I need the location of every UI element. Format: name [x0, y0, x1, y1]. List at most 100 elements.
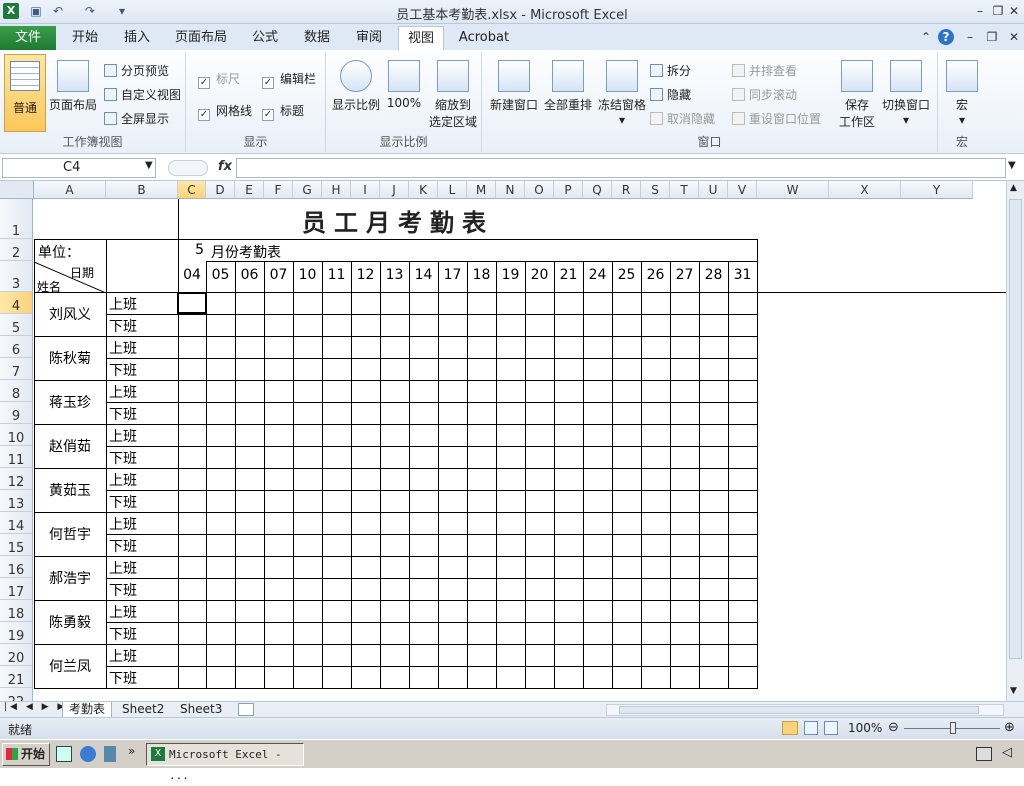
formula-bar-checkbox[interactable]: ✓ 编辑栏 — [262, 70, 316, 89]
column-header[interactable]: U — [699, 181, 728, 199]
date-cell[interactable]: 10 — [293, 267, 322, 283]
custom-views-button[interactable]: 自定义视图 — [104, 86, 181, 103]
tab-view[interactable]: 视图 — [398, 26, 444, 50]
shift-on-label[interactable]: 上班 — [109, 294, 137, 314]
date-cell[interactable]: 11 — [322, 267, 351, 283]
column-header[interactable]: P — [554, 181, 583, 199]
sheet-tab-sheet3[interactable]: Sheet3 — [174, 702, 228, 718]
split-button[interactable]: 拆分 — [650, 62, 691, 79]
doc-restore-icon[interactable]: ❐ — [984, 29, 1000, 45]
shift-off-label[interactable]: 下班 — [109, 448, 137, 468]
view-side-by-side-button[interactable]: 并排查看 — [732, 62, 797, 79]
employee-name[interactable]: 黄茹玉 — [34, 480, 106, 500]
date-cell[interactable]: 26 — [641, 267, 670, 283]
row-header[interactable]: 4 — [0, 292, 33, 314]
column-header[interactable]: Y — [901, 181, 973, 199]
hide-button[interactable]: 隐藏 — [650, 86, 691, 103]
zoom-100-button[interactable]: 100% — [384, 60, 424, 110]
shift-off-label[interactable]: 下班 — [109, 492, 137, 512]
worksheet-grid[interactable]: ABCDEFGHIJKLMNOPQRSTUVWXY 1 2 3 4 5 6 7 8 9 10 11 1… — [0, 181, 1024, 701]
column-header[interactable]: T — [670, 181, 699, 199]
shift-off-label[interactable]: 下班 — [109, 404, 137, 424]
row-header[interactable]: 20 — [0, 644, 33, 666]
month-label[interactable]: 月份考勤表 — [211, 242, 281, 262]
column-header[interactable]: H — [322, 181, 351, 199]
column-header[interactable]: F — [264, 181, 293, 199]
row-header[interactable]: 18 — [0, 600, 33, 622]
horizontal-scrollbar[interactable] — [606, 704, 1004, 716]
column-header[interactable]: L — [438, 181, 467, 199]
shift-on-label[interactable]: 上班 — [109, 646, 137, 666]
zoom-slider-thumb[interactable] — [950, 722, 956, 734]
reset-window-position-button[interactable]: 重设窗口位置 — [732, 110, 821, 127]
name-box-dropdown-icon[interactable]: ▼ — [145, 160, 153, 171]
date-cell[interactable]: 31 — [728, 267, 757, 283]
row-header[interactable]: 8 — [0, 380, 33, 402]
vertical-scrollbar[interactable]: ▲ ▼ — [1006, 181, 1024, 701]
column-header[interactable]: A — [34, 181, 106, 199]
shift-on-label[interactable]: 上班 — [109, 470, 137, 490]
column-header[interactable]: B — [106, 181, 178, 199]
macros-button[interactable]: 宏 ▾ — [944, 60, 980, 127]
ruler-checkbox[interactable]: ✓ 标尺 — [198, 70, 240, 89]
employee-name[interactable]: 赵俏茹 — [34, 436, 106, 456]
column-header[interactable]: K — [409, 181, 438, 199]
scroll-up-icon[interactable]: ▲ — [1010, 183, 1017, 193]
row-header[interactable]: 14 — [0, 512, 33, 534]
sheet-tab-sheet2[interactable]: Sheet2 — [116, 702, 170, 718]
shift-on-label[interactable]: 上班 — [109, 338, 137, 358]
column-header[interactable]: J — [380, 181, 409, 199]
date-cell[interactable]: 18 — [467, 267, 496, 283]
employee-name[interactable]: 蒋玉珍 — [34, 392, 106, 412]
row-header[interactable]: 12 — [0, 468, 33, 490]
zoom-to-selection-button[interactable]: 缩放到 选定区域 — [426, 60, 480, 130]
sheet-tab-attendance[interactable]: 考勤表 — [62, 702, 113, 718]
row-header[interactable]: 21 — [0, 666, 33, 688]
page-layout-view-button[interactable]: 页面布局 — [46, 60, 100, 113]
unit-label[interactable]: 单位： — [38, 242, 80, 262]
select-all-corner[interactable] — [0, 181, 34, 199]
insert-sheet-icon[interactable] — [238, 703, 254, 716]
tray-volume-icon[interactable]: ◁ — [1002, 745, 1012, 760]
row-header[interactable]: 3 — [0, 261, 33, 292]
page-break-status-icon[interactable] — [824, 721, 838, 735]
close-icon[interactable]: ✕ — [1006, 3, 1022, 19]
start-button[interactable]: 开始 — [2, 743, 50, 766]
vertical-scroll-thumb[interactable] — [1009, 199, 1022, 659]
column-header[interactable]: Q — [583, 181, 612, 199]
tab-page-layout[interactable]: 页面布局 — [166, 26, 236, 50]
expand-formula-bar-icon[interactable]: ▼ — [1008, 160, 1016, 171]
column-header[interactable]: N — [496, 181, 525, 199]
insert-function-icon[interactable]: fx — [218, 159, 232, 174]
tab-data[interactable]: 数据 — [294, 26, 340, 50]
employee-name[interactable]: 何哲宇 — [34, 524, 106, 544]
row-header[interactable]: 16 — [0, 556, 33, 578]
arrange-all-button[interactable]: 全部重排 — [542, 60, 594, 113]
date-cell[interactable]: 28 — [699, 267, 728, 283]
taskbar-excel-button[interactable]: X Microsoft Excel - ... — [146, 743, 304, 782]
date-cell[interactable]: 24 — [583, 267, 612, 283]
help-icon[interactable]: ? — [938, 29, 954, 45]
restore-icon[interactable]: ❐ — [990, 3, 1006, 19]
date-cell[interactable]: 14 — [409, 267, 438, 283]
row-header[interactable]: 9 — [0, 402, 33, 424]
tab-home[interactable]: 开始 — [62, 26, 108, 50]
column-header[interactable]: O — [525, 181, 554, 199]
shift-off-label[interactable]: 下班 — [109, 536, 137, 556]
doc-minimize-icon[interactable]: – — [962, 29, 978, 45]
sheet-title[interactable]: 员工月考勤表 — [178, 203, 618, 238]
scroll-down-icon[interactable]: ▼ — [1010, 686, 1017, 696]
employee-name[interactable]: 何兰凤 — [34, 656, 106, 676]
column-header[interactable]: C — [178, 181, 206, 199]
shift-off-label[interactable]: 下班 — [109, 360, 137, 380]
row-header[interactable]: 15 — [0, 534, 33, 556]
shift-on-label[interactable]: 上班 — [109, 558, 137, 578]
shift-off-label[interactable]: 下班 — [109, 580, 137, 600]
employee-name[interactable]: 陈秋菊 — [34, 348, 106, 368]
minimize-ribbon-icon[interactable]: ⌃ — [918, 29, 934, 45]
page-layout-status-icon[interactable] — [804, 721, 818, 735]
quicklaunch-ie-icon[interactable] — [80, 746, 96, 762]
horizontal-scroll-thumb[interactable] — [619, 706, 979, 714]
row-header[interactable]: 6 — [0, 336, 33, 358]
minimize-icon[interactable]: – — [972, 3, 988, 19]
